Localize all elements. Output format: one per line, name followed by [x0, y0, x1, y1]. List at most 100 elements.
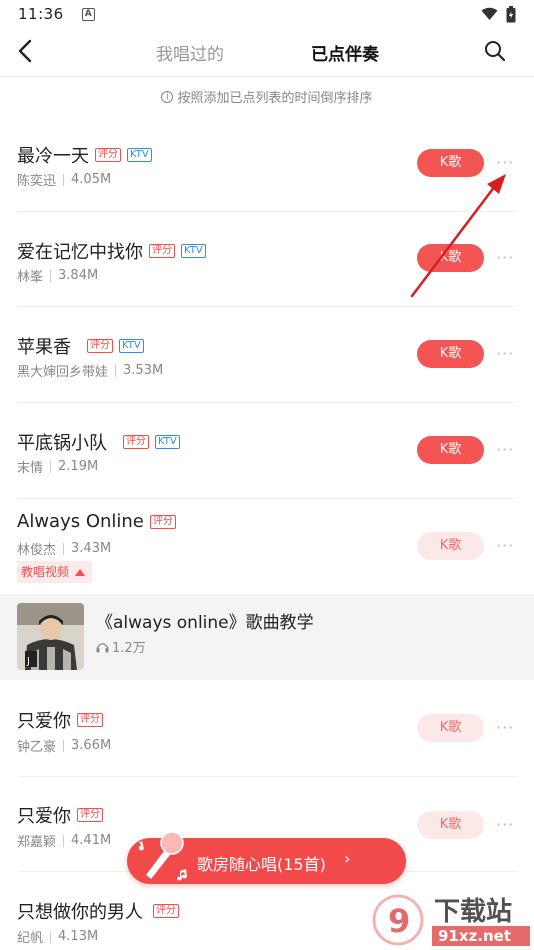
song-artist: 陈奕迅	[17, 174, 57, 189]
k-sing-button[interactable]: K歌	[417, 149, 484, 177]
score-badge: 评分	[87, 339, 113, 353]
tutorial-video-card[interactable]: J 《always online》歌曲教学 1.2万	[0, 594, 534, 680]
song-title: 最冷一天	[17, 146, 89, 167]
more-options-icon[interactable]: ···	[496, 442, 518, 458]
ktv-badge: KTV	[127, 148, 152, 162]
ktv-badge: KTV	[119, 339, 144, 353]
meta-separator	[63, 834, 65, 847]
header-divider	[0, 76, 534, 77]
song-row[interactable]: Always Online 评分 林俊杰 3.43M 教唱视频 K歌 ···	[0, 499, 534, 594]
room-random-sing-button[interactable]: 歌房随心唱(15首) ›	[127, 831, 406, 884]
song-title-line: 只爱你 评分	[17, 707, 103, 733]
song-title: 只想做你的男人	[17, 902, 143, 923]
song-meta: 黑大婶回乡带娃 3.53M	[17, 361, 163, 380]
score-badge: 评分	[153, 904, 179, 918]
chevron-right-icon: ›	[344, 849, 351, 868]
song-artist: 钟乙豪	[17, 740, 57, 755]
song-meta: 林峯 3.84M	[17, 266, 98, 285]
k-sing-button[interactable]: K歌	[417, 532, 484, 560]
video-thumbnail-image: J	[17, 603, 84, 670]
song-size: 4.13M	[58, 929, 99, 944]
site-watermark: 9 下载站 91xz.net	[368, 890, 534, 950]
tutorial-video-toggle[interactable]: 教唱视频	[17, 561, 92, 583]
song-artist: 末情	[17, 461, 44, 476]
song-size: 2.19M	[58, 459, 99, 474]
score-badge: 评分	[149, 514, 176, 529]
song-row[interactable]: 最冷一天 评分 KTV 陈奕迅 4.05M K歌 ···	[0, 118, 534, 212]
wifi-icon	[481, 7, 498, 20]
tutorial-video-label: 教唱视频	[21, 565, 70, 579]
song-title-line: 最冷一天 评分 KTV	[17, 142, 152, 168]
song-title-line: 苹果香 评分 KTV	[17, 333, 144, 359]
k-sing-button[interactable]: K歌	[417, 811, 484, 839]
info-icon: i	[161, 90, 174, 103]
headphones-icon	[96, 642, 109, 652]
song-row[interactable]: 平底锅小队 评分 KTV 末情 2.19M K歌 ···	[0, 403, 534, 499]
meta-separator	[50, 930, 52, 943]
song-title: 只爱你	[17, 806, 71, 827]
video-play-count: 1.2万	[112, 641, 146, 656]
tab-selected-accompaniment[interactable]: 已点伴奏	[311, 40, 379, 65]
song-title: 苹果香	[17, 337, 71, 358]
song-title-line: 爱在记忆中找你 评分 KTV	[17, 238, 206, 264]
triangle-up-icon	[74, 569, 85, 576]
song-size: 3.66M	[71, 738, 112, 753]
song-meta: 林俊杰 3.43M	[17, 539, 111, 558]
meta-separator	[50, 460, 52, 473]
more-options-icon[interactable]: ···	[496, 346, 518, 362]
meta-separator	[63, 173, 65, 186]
song-artist: 纪帆	[17, 931, 44, 946]
song-row[interactable]: 只爱你 评分 钟乙豪 3.66M K歌 ···	[0, 680, 534, 777]
song-title: Always Online	[17, 511, 144, 532]
status-bar: 11:36 A	[0, 0, 534, 28]
tab-sung[interactable]: 我唱过的	[156, 40, 224, 65]
k-sing-button[interactable]: K歌	[417, 436, 484, 464]
meta-separator	[115, 364, 117, 377]
song-artist: 林俊杰	[17, 543, 57, 558]
meta-separator	[63, 542, 65, 555]
song-row[interactable]: 苹果香 评分 KTV 黑大婶回乡带娃 3.53M K歌 ···	[0, 307, 534, 403]
song-meta: 郑嘉颖 4.41M	[17, 831, 111, 850]
song-meta: 钟乙豪 3.66M	[17, 736, 111, 755]
meta-separator	[50, 269, 52, 282]
status-time: 11:36	[18, 5, 64, 23]
song-title: 只爱你	[17, 711, 71, 732]
ktv-badge: KTV	[155, 435, 180, 449]
top-nav: 我唱过的 已点伴奏	[0, 28, 534, 74]
back-arrow-icon[interactable]	[14, 38, 38, 64]
watermark-logo-digit: 9	[388, 902, 410, 940]
k-sing-button[interactable]: K歌	[417, 340, 484, 368]
song-row[interactable]: 爱在记忆中找你 评分 KTV 林峯 3.84M K歌 ···	[0, 212, 534, 307]
more-options-icon[interactable]: ···	[496, 817, 518, 833]
song-size: 3.53M	[123, 363, 164, 378]
svg-text:J: J	[26, 656, 30, 667]
song-size: 3.84M	[58, 268, 99, 283]
watermark-brand: 下载站	[434, 897, 512, 927]
song-meta: 末情 2.19M	[17, 457, 98, 476]
video-plays: 1.2万	[96, 637, 146, 656]
song-meta: 纪帆 4.13M	[17, 927, 98, 946]
k-sing-button[interactable]: K歌	[417, 244, 484, 272]
song-title-line: 平底锅小队 评分 KTV	[17, 429, 180, 455]
more-options-icon[interactable]: ···	[496, 155, 518, 171]
song-artist: 黑大婶回乡带娃	[17, 365, 109, 380]
room-random-sing-label: 歌房随心唱(15首)	[197, 855, 326, 874]
sort-hint-text: 按照添加已点列表的时间倒序排序	[177, 91, 373, 106]
song-title-line: 只想做你的男人 评分	[17, 898, 179, 924]
video-title: 《always online》歌曲教学	[96, 613, 314, 633]
meta-separator	[63, 739, 65, 752]
song-artist: 林峯	[17, 270, 44, 285]
watermark-logo-icon: 9 下载站 91xz.net	[372, 894, 530, 946]
song-title: 爱在记忆中找你	[17, 242, 143, 263]
k-sing-button[interactable]: K歌	[417, 714, 484, 742]
notification-a-icon: A	[81, 7, 95, 21]
more-options-icon[interactable]: ···	[496, 250, 518, 266]
score-badge: 评分	[149, 244, 175, 258]
song-artist: 郑嘉颖	[17, 835, 57, 850]
more-options-icon[interactable]: ···	[496, 538, 518, 554]
song-title-line: Always Online 评分	[17, 511, 176, 532]
more-options-icon[interactable]: ···	[496, 720, 518, 736]
microphone-icon	[138, 831, 187, 881]
battery-icon	[506, 5, 516, 22]
search-icon[interactable]	[483, 39, 507, 63]
